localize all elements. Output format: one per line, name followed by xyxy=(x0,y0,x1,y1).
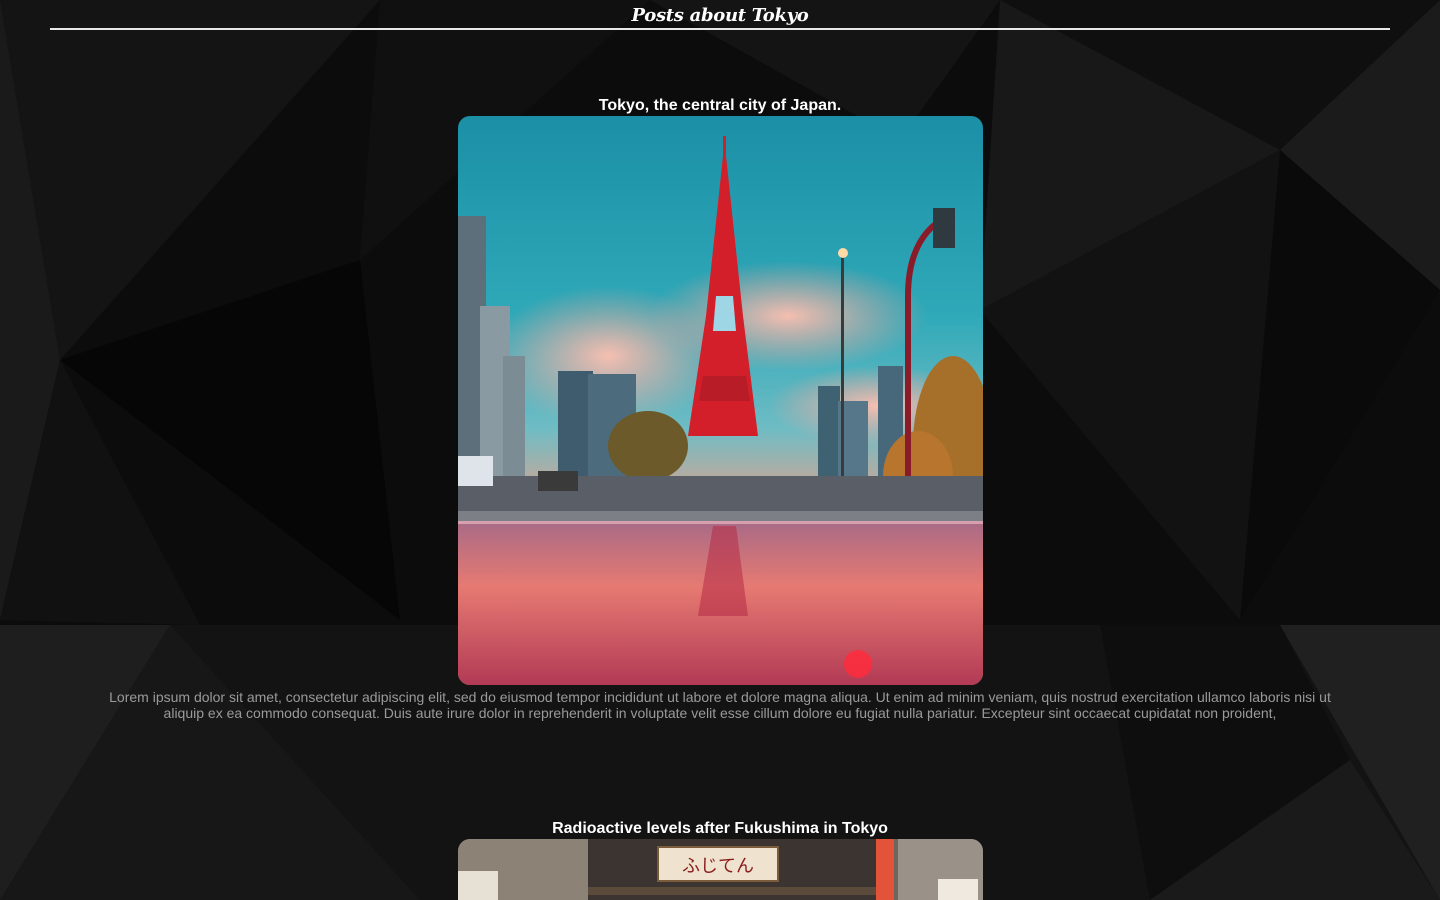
page-title: Posts about Tokyo xyxy=(631,5,809,26)
page-header: Posts about Tokyo xyxy=(50,0,1390,30)
post-image[interactable]: ふじてん xyxy=(457,839,983,900)
post-image[interactable] xyxy=(457,116,983,685)
post-title[interactable]: Tokyo, the central city of Japan. xyxy=(0,96,1440,116)
post-card: Radioactive levels after Fukushima in To… xyxy=(0,819,1440,900)
tokyo-tower-photo-icon xyxy=(457,116,983,685)
posts-page: Posts about Tokyo Tokyo, the central cit… xyxy=(0,0,1440,900)
street-shop-photo-icon: ふじてん xyxy=(457,839,983,900)
post-card: Tokyo, the central city of Japan. Lorem … xyxy=(0,96,1440,721)
shop-sign-text: ふじてん xyxy=(682,856,754,877)
post-body: Lorem ipsum dolor sit amet, consectetur … xyxy=(109,689,1331,721)
post-title[interactable]: Radioactive levels after Fukushima in To… xyxy=(0,819,1440,839)
